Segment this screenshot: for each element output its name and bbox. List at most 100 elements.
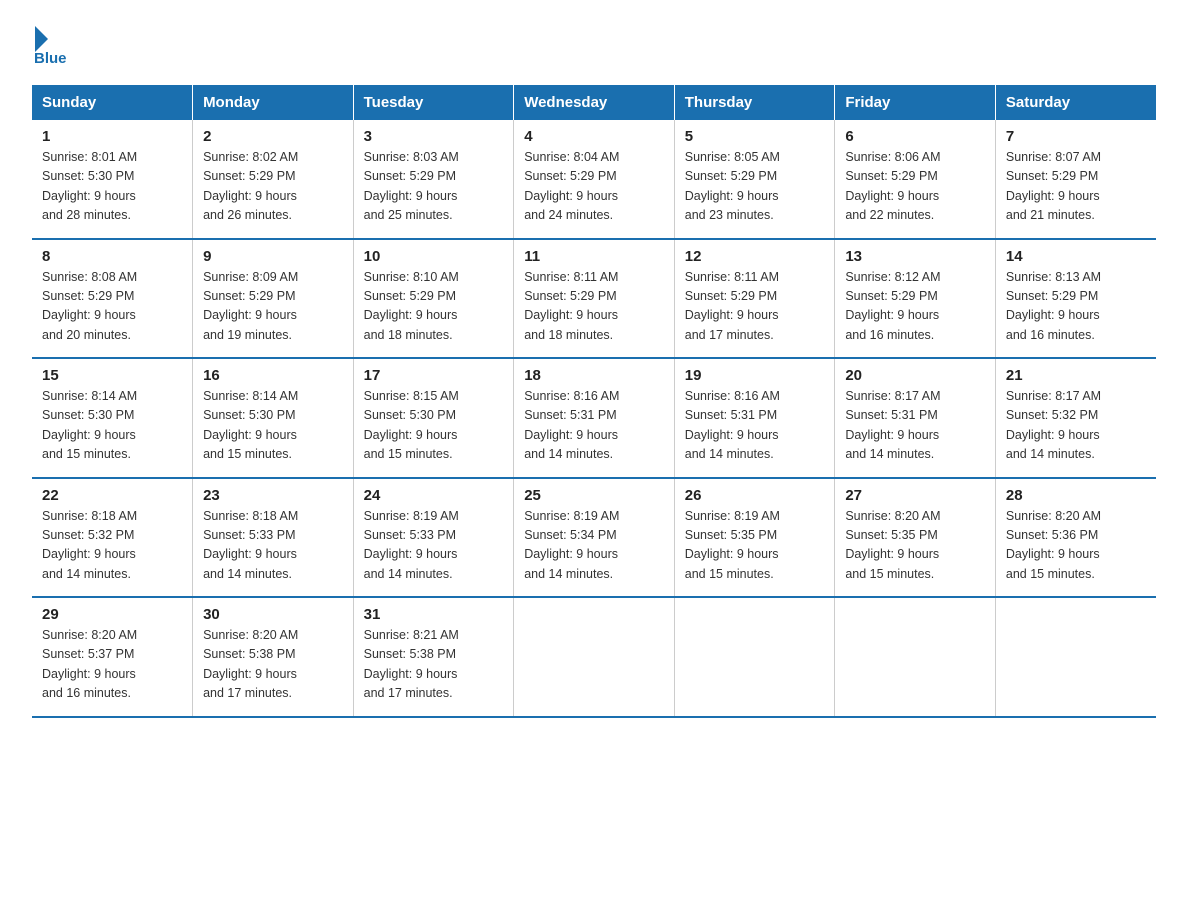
calendar-table: SundayMondayTuesdayWednesdayThursdayFrid… — [32, 85, 1156, 718]
day-number: 8 — [42, 248, 182, 265]
day-number: 7 — [1006, 128, 1146, 145]
calendar-cell: 8 Sunrise: 8:08 AMSunset: 5:29 PMDaylight… — [32, 239, 193, 359]
day-info: Sunrise: 8:19 AMSunset: 5:33 PMDaylight:… — [364, 507, 504, 585]
day-number: 15 — [42, 367, 182, 384]
calendar-header-tuesday: Tuesday — [353, 85, 514, 120]
calendar-header-wednesday: Wednesday — [514, 85, 675, 120]
day-number: 4 — [524, 128, 664, 145]
day-number: 22 — [42, 487, 182, 504]
day-info: Sunrise: 8:15 AMSunset: 5:30 PMDaylight:… — [364, 387, 504, 465]
day-number: 18 — [524, 367, 664, 384]
day-number: 24 — [364, 487, 504, 504]
day-number: 13 — [845, 248, 985, 265]
day-number: 1 — [42, 128, 182, 145]
calendar-cell: 3 Sunrise: 8:03 AMSunset: 5:29 PMDaylight… — [353, 120, 514, 239]
day-info: Sunrise: 8:03 AMSunset: 5:29 PMDaylight:… — [364, 148, 504, 226]
calendar-week-row: 8 Sunrise: 8:08 AMSunset: 5:29 PMDaylight… — [32, 239, 1156, 359]
calendar-cell: 30 Sunrise: 8:20 AMSunset: 5:38 PMDayligh… — [193, 597, 354, 717]
day-number: 12 — [685, 248, 825, 265]
day-info: Sunrise: 8:10 AMSunset: 5:29 PMDaylight:… — [364, 268, 504, 346]
page-header: Blue — [32, 24, 1156, 67]
day-number: 3 — [364, 128, 504, 145]
day-info: Sunrise: 8:16 AMSunset: 5:31 PMDaylight:… — [524, 387, 664, 465]
calendar-cell — [835, 597, 996, 717]
calendar-cell: 18 Sunrise: 8:16 AMSunset: 5:31 PMDayligh… — [514, 358, 675, 478]
day-info: Sunrise: 8:17 AMSunset: 5:32 PMDaylight:… — [1006, 387, 1146, 465]
calendar-cell: 5 Sunrise: 8:05 AMSunset: 5:29 PMDaylight… — [674, 120, 835, 239]
day-number: 30 — [203, 606, 343, 623]
calendar-cell: 29 Sunrise: 8:20 AMSunset: 5:37 PMDayligh… — [32, 597, 193, 717]
calendar-header-sunday: Sunday — [32, 85, 193, 120]
day-info: Sunrise: 8:20 AMSunset: 5:36 PMDaylight:… — [1006, 507, 1146, 585]
day-number: 31 — [364, 606, 504, 623]
day-info: Sunrise: 8:18 AMSunset: 5:32 PMDaylight:… — [42, 507, 182, 585]
calendar-cell: 17 Sunrise: 8:15 AMSunset: 5:30 PMDayligh… — [353, 358, 514, 478]
day-info: Sunrise: 8:20 AMSunset: 5:38 PMDaylight:… — [203, 626, 343, 704]
calendar-cell: 1 Sunrise: 8:01 AMSunset: 5:30 PMDaylight… — [32, 120, 193, 239]
day-info: Sunrise: 8:02 AMSunset: 5:29 PMDaylight:… — [203, 148, 343, 226]
day-info: Sunrise: 8:18 AMSunset: 5:33 PMDaylight:… — [203, 507, 343, 585]
calendar-cell: 6 Sunrise: 8:06 AMSunset: 5:29 PMDaylight… — [835, 120, 996, 239]
calendar-cell: 26Sunrise: 8:19 AMSunset: 5:35 PMDayligh… — [674, 478, 835, 598]
day-number: 23 — [203, 487, 343, 504]
calendar-cell: 21Sunrise: 8:17 AMSunset: 5:32 PMDayligh… — [995, 358, 1156, 478]
day-number: 9 — [203, 248, 343, 265]
calendar-header-monday: Monday — [193, 85, 354, 120]
day-info: Sunrise: 8:14 AMSunset: 5:30 PMDaylight:… — [42, 387, 182, 465]
calendar-cell — [674, 597, 835, 717]
day-info: Sunrise: 8:19 AMSunset: 5:35 PMDaylight:… — [685, 507, 825, 585]
day-number: 19 — [685, 367, 825, 384]
calendar-cell: 16Sunrise: 8:14 AMSunset: 5:30 PMDayligh… — [193, 358, 354, 478]
day-info: Sunrise: 8:12 AMSunset: 5:29 PMDaylight:… — [845, 268, 985, 346]
day-info: Sunrise: 8:16 AMSunset: 5:31 PMDaylight:… — [685, 387, 825, 465]
day-info: Sunrise: 8:19 AMSunset: 5:34 PMDaylight:… — [524, 507, 664, 585]
day-info: Sunrise: 8:13 AMSunset: 5:29 PMDaylight:… — [1006, 268, 1146, 346]
day-info: Sunrise: 8:11 AMSunset: 5:29 PMDaylight:… — [685, 268, 825, 346]
calendar-header-thursday: Thursday — [674, 85, 835, 120]
calendar-cell: 10 Sunrise: 8:10 AMSunset: 5:29 PMDayligh… — [353, 239, 514, 359]
calendar-cell: 14Sunrise: 8:13 AMSunset: 5:29 PMDayligh… — [995, 239, 1156, 359]
calendar-cell: 13 Sunrise: 8:12 AMSunset: 5:29 PMDayligh… — [835, 239, 996, 359]
calendar-cell: 2 Sunrise: 8:02 AMSunset: 5:29 PMDaylight… — [193, 120, 354, 239]
calendar-cell: 23 Sunrise: 8:18 AMSunset: 5:33 PMDayligh… — [193, 478, 354, 598]
day-number: 10 — [364, 248, 504, 265]
calendar-week-row: 1 Sunrise: 8:01 AMSunset: 5:30 PMDaylight… — [32, 120, 1156, 239]
calendar-cell — [514, 597, 675, 717]
day-info: Sunrise: 8:01 AMSunset: 5:30 PMDaylight:… — [42, 148, 182, 226]
day-number: 2 — [203, 128, 343, 145]
calendar-cell: 12 Sunrise: 8:11 AMSunset: 5:29 PMDayligh… — [674, 239, 835, 359]
calendar-header-friday: Friday — [835, 85, 996, 120]
day-number: 29 — [42, 606, 182, 623]
calendar-cell: 28 Sunrise: 8:20 AMSunset: 5:36 PMDayligh… — [995, 478, 1156, 598]
calendar-cell — [995, 597, 1156, 717]
day-info: Sunrise: 8:05 AMSunset: 5:29 PMDaylight:… — [685, 148, 825, 226]
calendar-cell: 24 Sunrise: 8:19 AMSunset: 5:33 PMDayligh… — [353, 478, 514, 598]
calendar-cell: 15 Sunrise: 8:14 AMSunset: 5:30 PMDayligh… — [32, 358, 193, 478]
day-info: Sunrise: 8:06 AMSunset: 5:29 PMDaylight:… — [845, 148, 985, 226]
calendar-cell: 31 Sunrise: 8:21 AMSunset: 5:38 PMDayligh… — [353, 597, 514, 717]
calendar-cell: 4 Sunrise: 8:04 AMSunset: 5:29 PMDaylight… — [514, 120, 675, 239]
day-info: Sunrise: 8:20 AMSunset: 5:37 PMDaylight:… — [42, 626, 182, 704]
day-info: Sunrise: 8:08 AMSunset: 5:29 PMDaylight:… — [42, 268, 182, 346]
day-number: 11 — [524, 248, 664, 265]
calendar-week-row: 29 Sunrise: 8:20 AMSunset: 5:37 PMDayligh… — [32, 597, 1156, 717]
day-number: 5 — [685, 128, 825, 145]
calendar-cell: 22 Sunrise: 8:18 AMSunset: 5:32 PMDayligh… — [32, 478, 193, 598]
calendar-cell: 25Sunrise: 8:19 AMSunset: 5:34 PMDayligh… — [514, 478, 675, 598]
calendar-cell: 27Sunrise: 8:20 AMSunset: 5:35 PMDayligh… — [835, 478, 996, 598]
day-number: 17 — [364, 367, 504, 384]
day-number: 20 — [845, 367, 985, 384]
calendar-cell: 11Sunrise: 8:11 AMSunset: 5:29 PMDayligh… — [514, 239, 675, 359]
day-number: 28 — [1006, 487, 1146, 504]
day-number: 27 — [845, 487, 985, 504]
day-info: Sunrise: 8:07 AMSunset: 5:29 PMDaylight:… — [1006, 148, 1146, 226]
logo-subtitle: Blue — [34, 50, 67, 67]
calendar-cell: 7 Sunrise: 8:07 AMSunset: 5:29 PMDaylight… — [995, 120, 1156, 239]
day-info: Sunrise: 8:04 AMSunset: 5:29 PMDaylight:… — [524, 148, 664, 226]
logo-triangle-icon — [35, 26, 48, 52]
day-info: Sunrise: 8:21 AMSunset: 5:38 PMDaylight:… — [364, 626, 504, 704]
day-number: 16 — [203, 367, 343, 384]
logo: Blue — [32, 24, 67, 67]
day-number: 6 — [845, 128, 985, 145]
calendar-week-row: 22 Sunrise: 8:18 AMSunset: 5:32 PMDayligh… — [32, 478, 1156, 598]
